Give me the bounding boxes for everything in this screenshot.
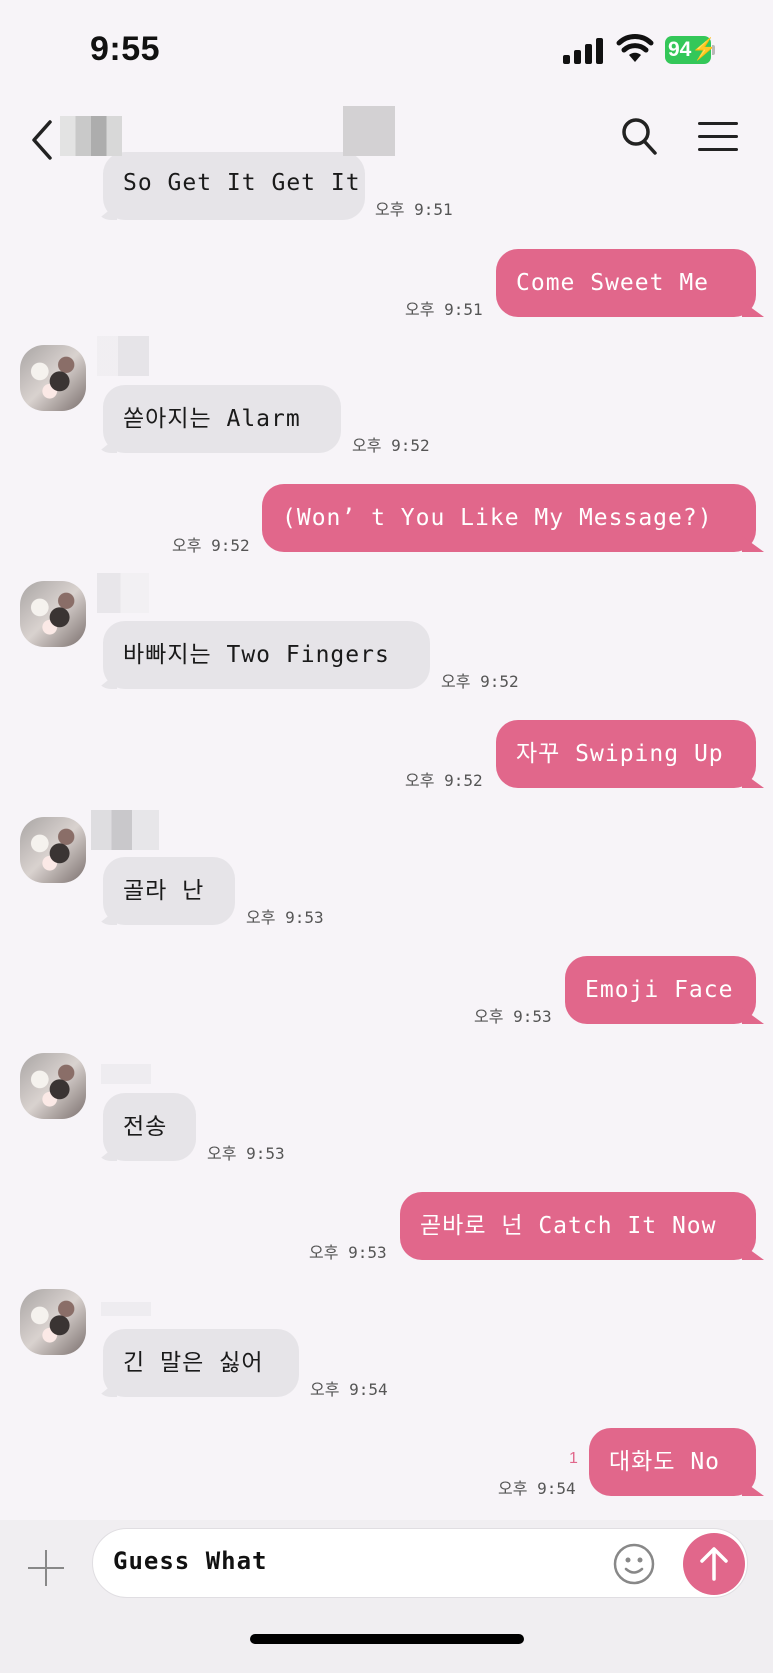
message-timestamp: 오후 9:51 — [405, 300, 483, 319]
message-input-bar: Guess What — [0, 1520, 773, 1673]
menu-icon[interactable] — [698, 120, 738, 152]
message-bubble-outgoing[interactable]: 대화도 No — [589, 1428, 756, 1496]
message-input[interactable]: Guess What — [92, 1528, 748, 1598]
wifi-icon — [616, 34, 654, 64]
message-bubble-outgoing[interactable]: Emoji Face — [565, 956, 756, 1024]
sender-avatar[interactable] — [20, 1289, 86, 1355]
sender-name-blurred — [101, 1064, 151, 1084]
unread-count: 1 — [569, 1450, 578, 1467]
home-indicator[interactable] — [250, 1634, 524, 1644]
sender-name-blurred — [97, 573, 149, 613]
emoji-icon[interactable] — [613, 1543, 655, 1585]
arrow-up-icon — [700, 1547, 728, 1581]
attach-plus-icon[interactable] — [28, 1550, 64, 1586]
message-timestamp: 오후 9:51 — [375, 200, 453, 219]
chat-area[interactable]: So Get It Get It 오후 9:51 Come Sweet Me 오… — [0, 0, 773, 1520]
message-timestamp: 오후 9:52 — [172, 536, 250, 555]
message-bubble-incoming[interactable]: 골라 난 — [103, 857, 235, 925]
message-bubble-incoming[interactable]: 쏟아지는 Alarm — [103, 385, 341, 453]
cellular-signal-icon — [563, 38, 605, 64]
status-time: 9:55 — [90, 30, 161, 68]
chat-title-blurred — [60, 116, 122, 156]
sender-name-blurred — [97, 336, 149, 376]
sender-avatar[interactable] — [20, 817, 86, 883]
search-icon[interactable] — [620, 116, 658, 156]
message-bubble-incoming[interactable]: 바빠지는 Two Fingers — [103, 621, 430, 689]
message-bubble-outgoing[interactable]: 곧바로 넌 Catch It Now — [400, 1192, 756, 1260]
chat-header — [0, 100, 773, 180]
message-timestamp: 오후 9:53 — [207, 1144, 285, 1163]
sender-name-blurred — [91, 810, 159, 850]
back-icon[interactable] — [28, 118, 58, 162]
chat-profile-blurred[interactable] — [343, 106, 395, 156]
message-bubble-outgoing[interactable]: 자꾸 Swiping Up — [496, 720, 756, 788]
message-timestamp: 오후 9:53 — [309, 1243, 387, 1262]
message-timestamp: 오후 9:53 — [474, 1007, 552, 1026]
message-timestamp: 오후 9:54 — [498, 1479, 576, 1498]
message-timestamp: 오후 9:53 — [246, 908, 324, 927]
battery-level: 94 — [668, 38, 692, 61]
sender-avatar[interactable] — [20, 581, 86, 647]
battery-icon: 94⚡ — [665, 36, 718, 64]
sender-name-blurred — [101, 1302, 151, 1316]
message-bubble-outgoing[interactable]: Come Sweet Me — [496, 249, 756, 317]
message-bubble-outgoing[interactable]: (Won’ t You Like My Message?) — [262, 484, 756, 552]
message-bubble-incoming[interactable]: 전송 — [103, 1093, 196, 1161]
message-timestamp: 오후 9:52 — [441, 672, 519, 691]
send-button[interactable] — [683, 1533, 745, 1595]
sender-avatar[interactable] — [20, 345, 86, 411]
message-timestamp: 오후 9:52 — [405, 771, 483, 790]
message-input-value[interactable]: Guess What — [113, 1529, 268, 1593]
sender-avatar[interactable] — [20, 1053, 86, 1119]
message-bubble-incoming[interactable]: 긴 말은 싫어 — [103, 1329, 299, 1397]
status-bar: 9:55 94⚡ — [0, 0, 773, 100]
message-timestamp: 오후 9:54 — [310, 1380, 388, 1399]
message-timestamp: 오후 9:52 — [352, 436, 430, 455]
